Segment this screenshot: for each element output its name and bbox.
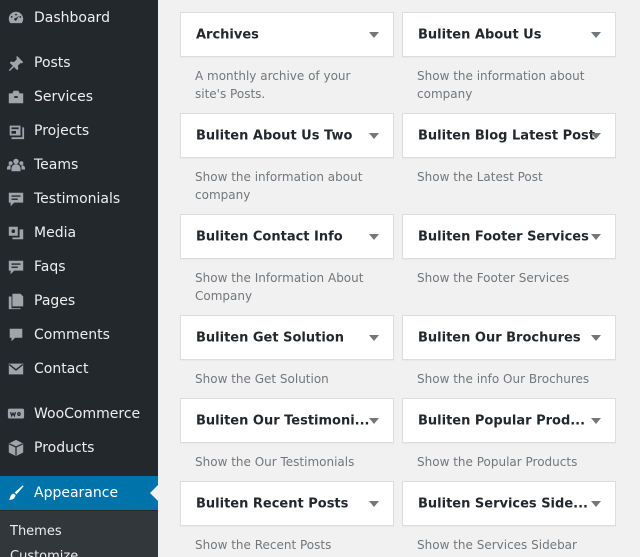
widget-title: Buliten About Us [418, 27, 542, 42]
sidebar-item-label: Services [34, 89, 94, 105]
sidebar-item-label: Media [34, 225, 77, 241]
chevron-down-icon[interactable] [591, 334, 601, 341]
paintbrush-icon [7, 484, 25, 502]
widget-buliten-our-testimonials[interactable]: Buliten Our Testimoni... [180, 398, 394, 443]
widget-description: A monthly archive of your site's Posts. [195, 69, 351, 101]
chevron-down-icon[interactable] [591, 417, 601, 424]
sidebar-item-comments[interactable]: Comments [0, 318, 158, 352]
widget-description: Show the information about company [417, 69, 585, 101]
chevron-down-icon[interactable] [369, 334, 379, 341]
sidebar-item-teams[interactable]: Teams [0, 148, 158, 182]
sidebar-item-products[interactable]: Products [0, 431, 158, 465]
chevron-down-icon[interactable] [591, 233, 601, 240]
widget-buliten-our-brochures[interactable]: Buliten Our Brochures [402, 315, 616, 360]
pin-icon [7, 54, 25, 72]
sidebar-item-label: Dashboard [34, 10, 110, 26]
widget-title: Buliten Services Side... [418, 496, 588, 511]
sidebar-item-label: WooCommerce [34, 406, 141, 422]
sidebar-item-dashboard[interactable]: Dashboard [0, 1, 158, 35]
briefcase-icon [7, 88, 25, 106]
widget-title: Buliten Our Brochures [418, 330, 581, 345]
widget-buliten-recent-posts[interactable]: Buliten Recent Posts [180, 481, 394, 526]
chevron-down-icon[interactable] [369, 233, 379, 240]
sidebar-item-label: Testimonials [34, 191, 121, 207]
widget-description: Show the Get Solution [195, 372, 329, 386]
chevron-down-icon[interactable] [369, 417, 379, 424]
widget-title: Buliten Footer Services [418, 229, 589, 244]
widget-description: Show the information about company [195, 170, 363, 202]
submenu-item-themes[interactable]: Themes [10, 524, 62, 539]
widget-buliten-get-solution[interactable]: Buliten Get Solution [180, 315, 394, 360]
widget-title: Archives [196, 27, 259, 42]
widget-description: Show the Information About Company [195, 271, 364, 303]
widget-buliten-footer-services[interactable]: Buliten Footer Services [402, 214, 616, 259]
widget-description: Show the Footer Services [417, 271, 570, 285]
portfolio-icon [7, 122, 25, 140]
sidebar-item-label: Products [34, 440, 95, 456]
chat-icon [7, 190, 25, 208]
sidebar-item-label: Pages [34, 293, 76, 309]
widget-description: Show the Popular Products [417, 455, 578, 469]
widget-title: Buliten Recent Posts [196, 496, 349, 511]
widget-archives[interactable]: Archives [180, 12, 394, 57]
sidebar-item-pages[interactable]: Pages [0, 284, 158, 318]
widget-title: Buliten Popular Prod... [418, 413, 586, 428]
sidebar-item-label: Projects [34, 123, 90, 139]
widget-buliten-popular-products[interactable]: Buliten Popular Prod... [402, 398, 616, 443]
widget-description: Show the Latest Post [417, 170, 543, 184]
chevron-down-icon[interactable] [591, 31, 601, 38]
widget-buliten-about-us[interactable]: Buliten About Us [402, 12, 616, 57]
widget-title: Buliten About Us Two [196, 128, 353, 143]
comment-icon [7, 326, 25, 344]
sidebar-item-contact[interactable]: Contact [0, 352, 158, 386]
widget-title: Buliten Get Solution [196, 330, 344, 345]
widget-title: Buliten Our Testimoni... [196, 413, 370, 428]
chevron-down-icon[interactable] [369, 500, 379, 507]
chat-icon [7, 258, 25, 276]
sidebar-item-faqs[interactable]: Faqs [0, 250, 158, 284]
widget-buliten-contact-info[interactable]: Buliten Contact Info [180, 214, 394, 259]
sidebar-item-label: Appearance [34, 485, 119, 501]
sidebar-item-label: Teams [34, 157, 79, 173]
dashboard-icon [7, 9, 25, 27]
pages-icon [7, 292, 25, 310]
widget-buliten-blog-latest-post[interactable]: Buliten Blog Latest Post [402, 113, 616, 158]
sidebar-item-projects[interactable]: Projects [0, 114, 158, 148]
product-box-icon [7, 439, 25, 457]
sidebar-item-posts[interactable]: Posts [0, 46, 158, 80]
chevron-down-icon[interactable] [591, 132, 601, 139]
sidebar-item-testimonials[interactable]: Testimonials [0, 182, 158, 216]
chevron-down-icon[interactable] [591, 500, 601, 507]
media-icon [7, 224, 25, 242]
sidebar-item-label: Comments [34, 327, 110, 343]
sidebar-item-label: Faqs [34, 259, 66, 275]
appearance-submenu: Themes Customize [0, 511, 158, 557]
chevron-down-icon[interactable] [369, 132, 379, 139]
envelope-icon [7, 360, 25, 378]
sidebar-item-services[interactable]: Services [0, 80, 158, 114]
widget-buliten-services-sidebar[interactable]: Buliten Services Side... [402, 481, 616, 526]
submenu-item-customize[interactable]: Customize [10, 549, 78, 557]
admin-sidebar: Dashboard Posts Services Projects Teams … [0, 0, 158, 557]
widget-description: Show the Recent Posts [195, 538, 332, 552]
widget-description: Show the info Our Brochures [417, 372, 590, 386]
woo-icon [7, 405, 25, 423]
sidebar-item-woocommerce[interactable]: WooCommerce [0, 397, 158, 431]
sidebar-item-appearance[interactable]: Appearance [0, 476, 158, 510]
widget-description: Show the Services Sidebar [417, 538, 577, 552]
groups-icon [7, 156, 25, 174]
widget-buliten-about-us-two[interactable]: Buliten About Us Two [180, 113, 394, 158]
sidebar-item-label: Posts [34, 55, 71, 71]
sidebar-item-label: Contact [34, 361, 89, 377]
sidebar-item-media[interactable]: Media [0, 216, 158, 250]
chevron-down-icon[interactable] [369, 31, 379, 38]
widget-title: Buliten Blog Latest Post [418, 128, 595, 143]
widget-description: Show the Our Testimonials [195, 455, 355, 469]
widget-title: Buliten Contact Info [196, 229, 343, 244]
